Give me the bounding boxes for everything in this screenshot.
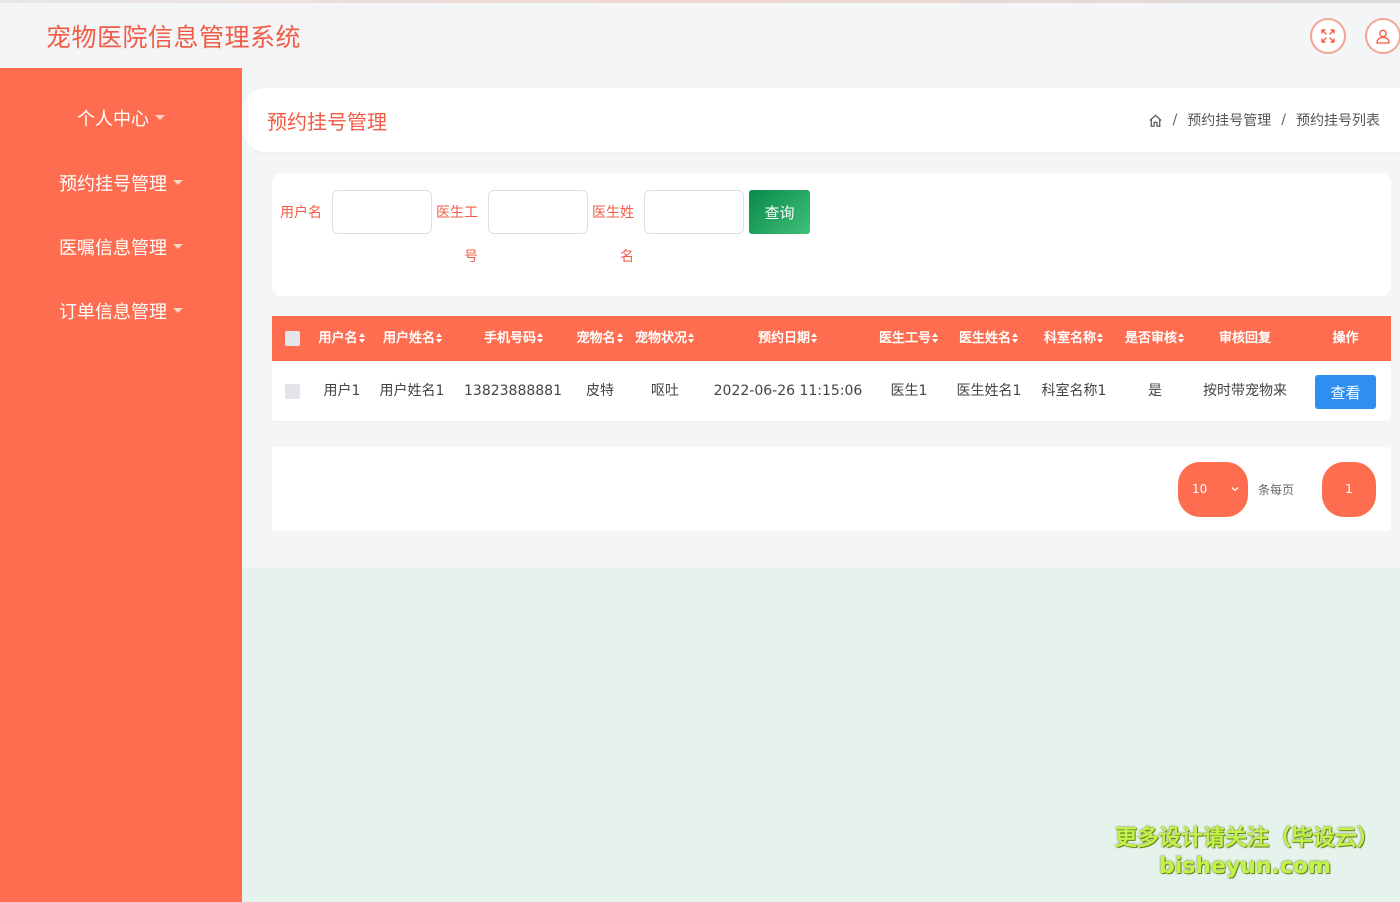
fullscreen-icon [1321, 29, 1335, 43]
sort-icon[interactable] [436, 333, 443, 343]
column-header-department[interactable]: 科室名称 [1038, 316, 1110, 361]
sidebar: 个人中心 预约挂号管理 医嘱信息管理 订单信息管理 [0, 68, 242, 902]
sidebar-item-label: 医嘱信息管理 [59, 238, 167, 259]
cell-department: 科室名称1 [1041, 383, 1107, 399]
caret-down-icon [173, 307, 183, 313]
sort-icon[interactable] [358, 333, 366, 343]
cell-appointment-date: 2022-06-26 11:15:06 [713, 383, 863, 399]
column-header-phone[interactable]: 手机号码 [472, 316, 556, 361]
table-header: 用户名 用户姓名 手机号码 宠物名 宠物状况 预约日期 医生工号 医生姓名 科室… [272, 316, 1391, 361]
sort-icon[interactable] [616, 333, 624, 343]
breadcrumb-separator: / [1281, 112, 1286, 128]
cell-doctor-id: 医生1 [890, 383, 928, 399]
query-button[interactable]: 查询 [749, 190, 810, 234]
column-header-doctor-name[interactable]: 医生姓名 [954, 316, 1024, 361]
column-header-review-reply: 审核回复 [1218, 331, 1271, 346]
sidebar-item-orders[interactable]: 订单信息管理 [0, 293, 242, 333]
sort-icon[interactable] [932, 333, 939, 343]
sort-icon[interactable] [688, 333, 695, 343]
column-header-real-name[interactable]: 用户姓名 [378, 316, 448, 361]
doctor-id-label-wrap: 号 [464, 249, 478, 265]
cell-phone: 13823888881 [464, 383, 562, 399]
page-size-value: 10 [1192, 482, 1208, 496]
page-size-select[interactable]: 10 [1178, 462, 1248, 517]
view-button[interactable]: 查看 [1315, 375, 1376, 409]
sort-icon[interactable] [811, 333, 818, 343]
per-page-label: 条每页 [1258, 483, 1295, 497]
cell-pet-name: 皮特 [586, 383, 614, 399]
search-form: 用户名 医生工 号 医生姓 名 查询 [272, 173, 1391, 296]
watermark: 更多设计请关注（毕设云） bisheyun.com [1115, 825, 1380, 881]
table-row: 用户1 用户姓名1 13823888881 皮特 呕吐 2022-06-26 1… [272, 361, 1391, 422]
breadcrumb-item-list: 预约挂号列表 [1296, 113, 1380, 129]
page-header-card: 预约挂号管理 / 预约挂号管理 / 预约挂号列表 [242, 88, 1400, 152]
column-header-reviewed[interactable]: 是否审核 [1120, 316, 1190, 361]
username-input[interactable] [332, 190, 432, 234]
sidebar-item-label: 预约挂号管理 [59, 174, 167, 195]
select-all-checkbox[interactable] [285, 331, 300, 346]
watermark-line-2: bisheyun.com [1158, 854, 1332, 879]
fullscreen-button[interactable] [1310, 18, 1346, 54]
cell-reviewed: 是 [1148, 383, 1162, 399]
doctor-name-label-wrap: 名 [620, 249, 634, 265]
cell-pet-status: 呕吐 [651, 383, 679, 399]
sort-icon[interactable] [1097, 333, 1104, 343]
doctor-name-label: 医生姓 [592, 205, 634, 221]
username-label: 用户名 [280, 205, 322, 221]
column-header-pet-name[interactable]: 宠物名 [572, 316, 628, 361]
sort-icon[interactable] [537, 333, 544, 343]
sidebar-item-appointment[interactable]: 预约挂号管理 [0, 165, 242, 205]
appointment-table: 用户名 用户姓名 手机号码 宠物名 宠物状况 预约日期 医生工号 医生姓名 科室… [272, 316, 1391, 422]
user-icon [1376, 29, 1390, 44]
cell-username: 用户1 [323, 383, 361, 399]
sort-icon[interactable] [1178, 333, 1185, 343]
user-button[interactable] [1365, 18, 1400, 54]
cell-real-name: 用户姓名1 [379, 383, 445, 399]
caret-down-icon [173, 243, 183, 249]
column-header-doctor-id[interactable]: 医生工号 [874, 316, 944, 361]
watermark-line-1: 更多设计请关注（毕设云） [1115, 826, 1380, 851]
pagination: 10 条每页 1 [272, 447, 1391, 531]
column-header-appointment-date[interactable]: 预约日期 [746, 316, 830, 361]
row-checkbox[interactable] [285, 384, 300, 399]
sidebar-item-personal-center[interactable]: 个人中心 [0, 100, 242, 140]
column-header-username[interactable]: 用户名 [314, 316, 370, 361]
column-header-action: 操作 [1332, 331, 1359, 346]
doctor-id-label: 医生工 [436, 205, 478, 221]
sidebar-item-label: 个人中心 [77, 109, 149, 130]
cell-doctor-name: 医生姓名1 [956, 383, 1022, 399]
cell-review-reply: 按时带宠物来 [1203, 383, 1287, 399]
page-number-current[interactable]: 1 [1322, 462, 1376, 517]
home-icon[interactable] [1148, 113, 1163, 128]
caret-down-icon [155, 114, 165, 120]
sidebar-item-medical-advice[interactable]: 医嘱信息管理 [0, 229, 242, 269]
sort-icon[interactable] [1012, 333, 1019, 343]
column-header-pet-status[interactable]: 宠物状况 [630, 316, 700, 361]
page-title: 预约挂号管理 [267, 110, 387, 134]
caret-down-icon [173, 179, 183, 185]
app-title: 宠物医院信息管理系统 [46, 23, 302, 52]
breadcrumb-item-appointment[interactable]: 预约挂号管理 [1187, 110, 1271, 130]
sidebar-item-label: 订单信息管理 [59, 302, 167, 323]
breadcrumb-separator: / [1172, 112, 1178, 128]
doctor-name-input[interactable] [644, 190, 744, 234]
breadcrumb: / 预约挂号管理 / 预约挂号列表 [1148, 110, 1380, 130]
doctor-id-input[interactable] [488, 190, 588, 234]
top-header: 宠物医院信息管理系统 [0, 3, 1400, 68]
chevron-down-icon [1231, 487, 1239, 492]
